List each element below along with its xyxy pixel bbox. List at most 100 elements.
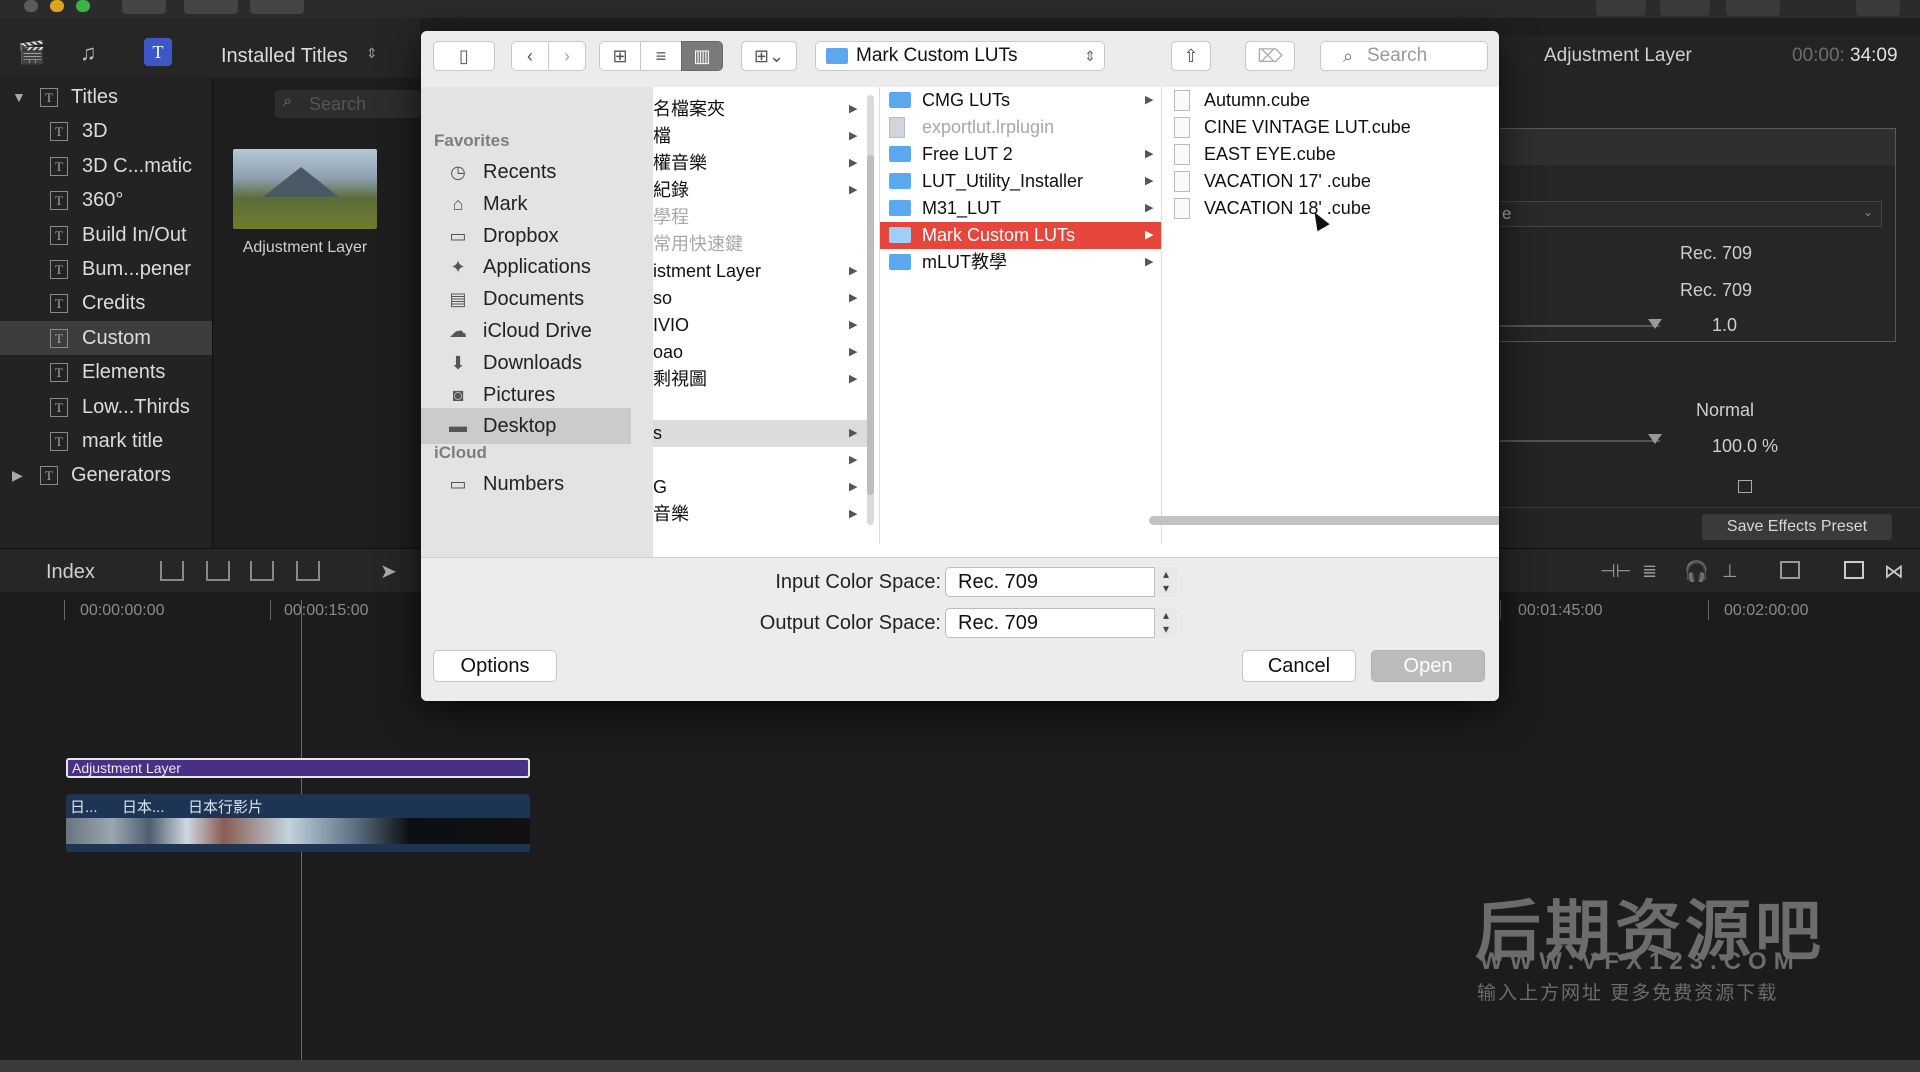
- mix-slider[interactable]: [1500, 325, 1660, 327]
- horizontal-scroll-thumb[interactable]: [1149, 516, 1499, 525]
- skimming-icon[interactable]: ⊣⊢: [1600, 561, 1631, 582]
- folder-item[interactable]: M31_LUT ▶: [880, 195, 1161, 222]
- file-item[interactable]: Autumn.cube: [1162, 87, 1462, 114]
- column-item[interactable]: IVIO ▶: [653, 312, 867, 339]
- mix-value[interactable]: 1.0: [1712, 315, 1737, 336]
- clip-appearance-icon[interactable]: [1780, 561, 1800, 579]
- tree-item[interactable]: T Credits: [0, 286, 212, 320]
- file-item[interactable]: VACATION 17' .cube: [1162, 168, 1462, 195]
- column-item[interactable]: s ▶: [653, 420, 867, 447]
- titles-generators-icon[interactable]: T: [144, 38, 172, 66]
- browser-search-field[interactable]: ⌕ Search: [275, 90, 421, 118]
- tree-item[interactable]: ▼ T Titles: [0, 80, 212, 114]
- tree-item[interactable]: T Build In/Out: [0, 218, 212, 252]
- lut-field[interactable]: e ⌄: [1500, 201, 1882, 227]
- opacity-slider[interactable]: [1500, 440, 1660, 442]
- effects-icon[interactable]: ⋈: [1884, 559, 1904, 584]
- input-color-space-popup[interactable]: Rec. 709 ▴ ▾: [945, 567, 1177, 597]
- folder-item[interactable]: Free LUT 2 ▶: [880, 141, 1161, 168]
- tree-item[interactable]: ▶ T Generators: [0, 458, 212, 492]
- adjust-icon[interactable]: [1726, 0, 1780, 16]
- blend-mode[interactable]: Normal: [1696, 400, 1754, 421]
- sidebar-item-icloud-drive[interactable]: ☁ iCloud Drive: [421, 313, 631, 349]
- tree-item[interactable]: T 3D: [0, 114, 212, 148]
- libraries-icon[interactable]: 🎬: [18, 40, 46, 65]
- keywords-icon[interactable]: [184, 0, 238, 14]
- sidebar-item-documents[interactable]: ▤ Documents: [421, 281, 631, 317]
- sidebar-item-applications[interactable]: ✦ Applications: [421, 249, 631, 285]
- index-button[interactable]: Index: [46, 561, 95, 584]
- clip-label-0[interactable]: 日...: [70, 796, 98, 817]
- clip-label-1[interactable]: 日本...: [122, 796, 165, 817]
- column-item[interactable]: 學程: [653, 204, 867, 231]
- column-item[interactable]: 檔 ▶: [653, 123, 867, 150]
- column-item[interactable]: oao ▶: [653, 339, 867, 366]
- folder-item[interactable]: CMG LUTs ▶: [880, 87, 1161, 114]
- transform-icon[interactable]: [1738, 480, 1752, 493]
- tree-item[interactable]: T Custom: [0, 320, 212, 355]
- folder-item[interactable]: mLUT教學 ▶: [880, 249, 1161, 276]
- sidebar-toggle-button[interactable]: ▯: [433, 41, 495, 71]
- tree-item[interactable]: T Elements: [0, 355, 212, 389]
- save-effects-preset-button[interactable]: Save Effects Preset: [1702, 514, 1892, 540]
- layout-icon[interactable]: [1596, 0, 1646, 16]
- column-item[interactable]: istment Layer ▶: [653, 258, 867, 285]
- tree-item[interactable]: T Low...Thirds: [0, 390, 212, 424]
- background-tasks-icon[interactable]: [250, 0, 304, 14]
- column-item[interactable]: 名檔案夾 ▶: [653, 96, 867, 123]
- group-button[interactable]: ⊞⌄: [741, 41, 797, 71]
- audio-skimming-icon[interactable]: ≣: [1642, 561, 1657, 582]
- column-item[interactable]: G ▶: [653, 474, 867, 501]
- snapping-icon[interactable]: ⊥: [1722, 561, 1738, 582]
- file-item[interactable]: CINE VINTAGE LUT.cube: [1162, 114, 1462, 141]
- folder-item[interactable]: exportlut.lrplugin: [880, 114, 1161, 141]
- chevron-updown-icon[interactable]: ⇕: [366, 45, 378, 62]
- options-button[interactable]: Options: [433, 650, 557, 682]
- disclosure-open-icon[interactable]: ▼: [12, 80, 26, 114]
- tag-button[interactable]: ⌦: [1245, 41, 1295, 71]
- column-1-vscroll-thumb[interactable]: [867, 155, 874, 495]
- column-item[interactable]: 常用快速鍵: [653, 231, 867, 258]
- output-color-space-popup[interactable]: Rec. 709 ▴ ▾: [945, 608, 1177, 638]
- clip-label-2[interactable]: 日本行影片: [188, 796, 263, 817]
- import-icon[interactable]: [122, 0, 166, 14]
- column-item[interactable]: ▶: [653, 447, 867, 474]
- sidebar-item-desktop[interactable]: ▬ Desktop: [421, 408, 631, 445]
- window-icon[interactable]: [1844, 561, 1864, 579]
- sidebar-item-downloads[interactable]: ⬇ Downloads: [421, 345, 631, 381]
- close-window-button[interactable]: [24, 0, 38, 12]
- cancel-button[interactable]: Cancel: [1242, 650, 1356, 682]
- select-tool-icon[interactable]: ➤: [380, 559, 397, 584]
- folder-item[interactable]: Mark Custom LUTs ▶: [880, 222, 1161, 249]
- share-icon[interactable]: [1856, 0, 1900, 16]
- minimize-window-button[interactable]: [50, 0, 64, 12]
- column-item[interactable]: so ▶: [653, 285, 867, 312]
- dialog-search-field[interactable]: ⌕ Search: [1320, 41, 1488, 71]
- photos-audio-icon[interactable]: ♫: [80, 40, 108, 65]
- column-item[interactable]: 音樂 ▶: [653, 501, 867, 528]
- icon-view-button[interactable]: ⊞: [599, 41, 641, 71]
- insert-clip-icon[interactable]: [206, 561, 230, 581]
- disclosure-closed-icon[interactable]: ▶: [12, 458, 23, 492]
- sidebar-item-mark[interactable]: ⌂ Mark: [421, 186, 631, 222]
- back-button[interactable]: ‹: [511, 41, 549, 71]
- output-rec-value[interactable]: Rec. 709: [1680, 280, 1752, 301]
- sidebar-item-dropbox[interactable]: ▭ Dropbox: [421, 218, 631, 254]
- zoom-window-button[interactable]: [76, 0, 90, 12]
- append-clip-icon[interactable]: [250, 561, 274, 581]
- location-popup[interactable]: Mark Custom LUTs ⇕: [815, 41, 1105, 71]
- open-button[interactable]: Open: [1371, 650, 1485, 682]
- column-view-button[interactable]: ▥: [681, 41, 723, 71]
- tree-item[interactable]: T 3D C...matic: [0, 149, 212, 183]
- opacity-value[interactable]: 100.0 %: [1712, 436, 1778, 457]
- column-item[interactable]: 權音樂 ▶: [653, 150, 867, 177]
- tree-item[interactable]: T Bum...pener: [0, 252, 212, 286]
- tree-item[interactable]: Tmark title: [0, 424, 212, 458]
- input-rec-value[interactable]: Rec. 709: [1680, 243, 1752, 264]
- list-view-button[interactable]: ≡: [640, 41, 682, 71]
- sidebar-item-numbers[interactable]: ▭ Numbers: [421, 466, 631, 502]
- horizontal-scrollbar[interactable]: [653, 544, 1499, 558]
- slider-thumb[interactable]: [1648, 319, 1662, 329]
- view-icon[interactable]: [1660, 0, 1710, 16]
- opacity-slider-thumb[interactable]: [1648, 434, 1662, 444]
